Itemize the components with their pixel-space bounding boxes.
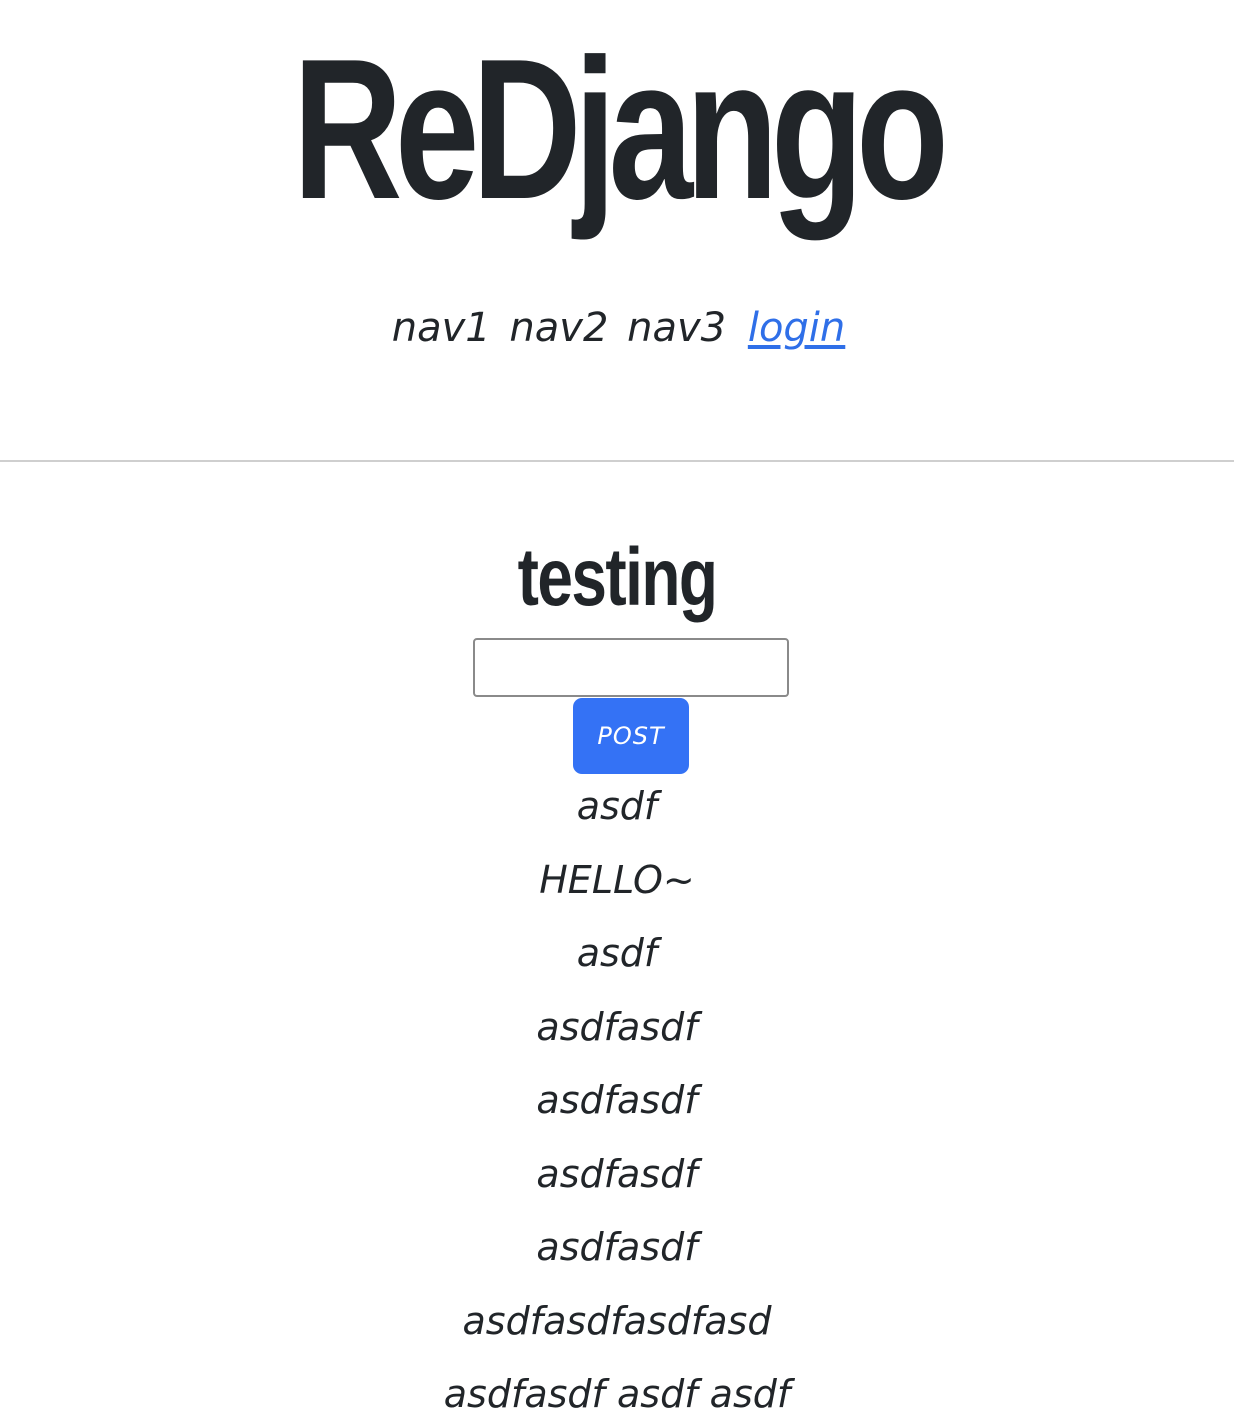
post-item: asdf xyxy=(576,931,658,975)
post-item: asdfasdfasdfasd xyxy=(462,1298,772,1343)
site-title: ReDjango xyxy=(292,18,949,241)
post-button[interactable]: POST xyxy=(573,698,689,774)
post-item: asdfasdf xyxy=(536,1225,698,1269)
login-link[interactable]: login xyxy=(748,305,845,351)
post-item: asdfasdf asdf asdf xyxy=(443,1372,791,1416)
nav-item-nav1[interactable]: nav1 xyxy=(392,305,491,351)
nav-item-nav2[interactable]: nav2 xyxy=(509,305,608,351)
post-item: asdf xyxy=(576,784,658,828)
nav-item-nav3[interactable]: nav3 xyxy=(627,305,726,351)
page-title: testing xyxy=(517,532,718,623)
header-divider xyxy=(0,460,1234,462)
post-item: asdfasdf xyxy=(536,1151,698,1196)
post-item: HELLO~ xyxy=(539,857,695,902)
post-item: asdfasdf xyxy=(536,1004,698,1049)
post-item: asdfasdf xyxy=(536,1078,698,1122)
post-list: asdf HELLO~ asdf asdfasdf asdfasdf asdfa… xyxy=(0,772,1234,1422)
post-input[interactable] xyxy=(473,638,789,697)
main-nav: nav1 nav2 nav3 login xyxy=(0,300,1234,356)
